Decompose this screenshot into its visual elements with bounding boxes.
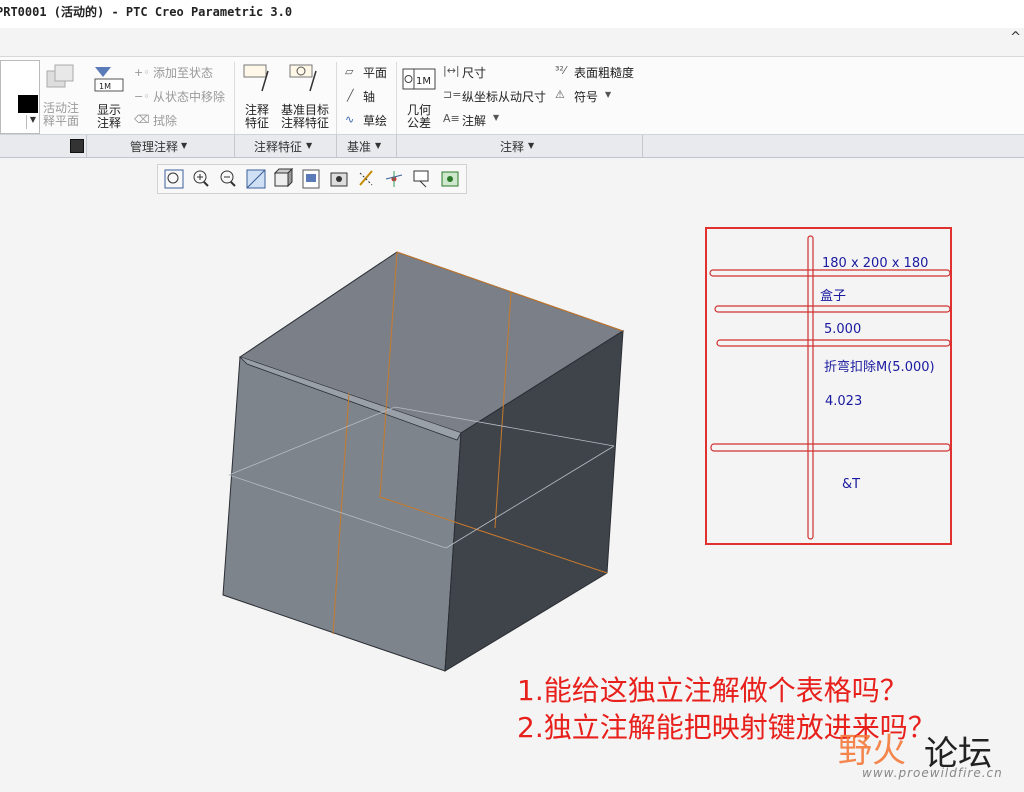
annot-features-dropdown-icon[interactable]: ▼ — [306, 141, 312, 150]
datum-axis-button[interactable]: 轴 — [363, 88, 375, 105]
symbol-dropdown-icon[interactable]: ▼ — [605, 90, 611, 99]
group-manage-annotations[interactable]: 管理注释 — [130, 138, 178, 155]
note-line-name[interactable]: 盒子 — [820, 285, 846, 304]
add-state-icon: +◦ — [134, 66, 150, 79]
group-separator — [86, 135, 87, 157]
ribbon-group-bar: 管理注释 ▼ 注释特征 ▼ 基准 ▼ 注释 ▼ — [0, 134, 1024, 158]
group-separator — [642, 135, 643, 157]
sketch-button[interactable]: 草绘 — [363, 112, 387, 129]
eraser-icon: ⌫ — [134, 113, 150, 126]
add-to-state-button[interactable]: 添加至状态 — [153, 64, 213, 81]
show-annotations-button[interactable]: 显示 注释 — [90, 104, 128, 130]
note-line-thickness[interactable]: 5.000 — [824, 322, 861, 337]
surface-finish-icon: ³²⁄ — [555, 64, 566, 77]
remove-from-state-button[interactable]: 从状态中移除 — [153, 88, 225, 105]
ordinate-dimension-icon: ⊐= — [443, 88, 462, 101]
ribbon-collapse-caret[interactable]: ^ — [1010, 30, 1021, 45]
annotation-feature-icon — [242, 63, 274, 95]
dimension-button[interactable]: 尺寸 — [462, 64, 486, 81]
svg-text:1M: 1M — [416, 76, 431, 87]
datum-dropdown-icon[interactable]: ▼ — [375, 141, 381, 150]
sketch-icon: ∿ — [345, 113, 355, 126]
activate-annotation-plane-button[interactable]: 活动注 释平面 — [40, 102, 82, 128]
ribbon-separator — [234, 62, 235, 134]
watermark-brand: 野火 — [838, 731, 906, 771]
manage-dropdown-icon[interactable]: ▼ — [181, 141, 187, 150]
ribbon-separator — [396, 62, 397, 134]
datum-plane-button[interactable]: 平面 — [363, 64, 387, 81]
note-line-size[interactable]: 180 x 200 x 180 — [822, 256, 928, 271]
datum-target-button[interactable]: 基准目标 注释特征 — [278, 104, 332, 130]
note-line-param[interactable]: &T — [842, 477, 860, 492]
window-title: PRT0001 (活动的) - PTC Creo Parametric 3.0 — [0, 5, 293, 19]
symbol-button[interactable]: 符号 — [574, 88, 598, 105]
ribbon-separator — [336, 62, 337, 134]
group-launcher-icon[interactable] — [70, 139, 84, 153]
annotations-dropdown-icon[interactable]: ▼ — [528, 141, 534, 150]
erase-button[interactable]: 拭除 — [153, 112, 177, 129]
style-swatch[interactable]: ▼ — [0, 60, 40, 134]
symbol-icon: ⚠ — [555, 88, 565, 101]
geometric-tolerance-icon: 1M — [402, 66, 436, 92]
dimension-icon: |↔| — [443, 64, 460, 77]
plane-icon: ▱ — [345, 65, 354, 78]
surface-finish-button[interactable]: 表面粗糙度 — [574, 64, 634, 81]
note-table-highlight: 180 x 200 x 180 盒子 5.000 折弯扣除M(5.000) 4.… — [705, 227, 952, 545]
group-datum[interactable]: 基准 — [347, 138, 371, 155]
group-separator — [234, 135, 235, 157]
datum-target-icon — [288, 63, 322, 95]
question-1: 1.能给这独立注解做个表格吗？ — [517, 674, 908, 707]
note-line-value[interactable]: 4.023 — [825, 394, 862, 409]
group-separator — [336, 135, 337, 157]
title-bar: PRT0001 (活动的) - PTC Creo Parametric 3.0 — [0, 0, 1024, 28]
remove-state-icon: −◦ — [134, 90, 150, 103]
watermark-url: www.proewildfire.cn — [862, 766, 1003, 780]
geometric-tolerance-button[interactable]: 几何 公差 — [402, 104, 436, 130]
note-line-bend-deduction[interactable]: 折弯扣除M(5.000) — [824, 356, 935, 375]
group-annotation-features[interactable]: 注释特征 — [254, 138, 302, 155]
note-dropdown-icon[interactable]: ▼ — [493, 113, 499, 122]
note-button[interactable]: 注解 — [462, 112, 486, 129]
annotation-feature-button[interactable]: 注释 特征 — [240, 104, 274, 130]
show-annotations-icon: 1M — [93, 63, 125, 95]
activate-annotation-plane-icon — [45, 63, 77, 93]
group-separator — [396, 135, 397, 157]
group-annotations[interactable]: 注释 — [500, 138, 524, 155]
note-icon: A≡ — [443, 112, 460, 125]
ordinate-dimension-button[interactable]: 纵坐标从动尺寸 — [462, 88, 546, 105]
svg-text:1M: 1M — [99, 82, 111, 91]
axis-icon: ╱ — [347, 89, 354, 102]
